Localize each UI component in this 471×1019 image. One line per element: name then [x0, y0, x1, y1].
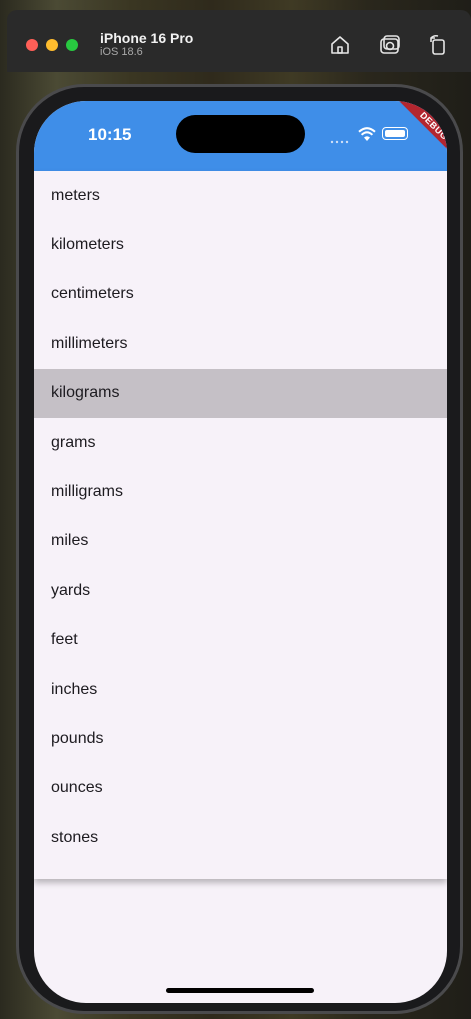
dynamic-island — [176, 115, 305, 153]
app-bar: 10:15 — [34, 101, 447, 171]
menu-item-millimeters[interactable]: millimeters — [34, 319, 447, 368]
menu-item-stones[interactable]: stones — [34, 813, 447, 862]
wifi-icon — [358, 126, 376, 142]
close-window-button[interactable] — [26, 39, 38, 51]
menu-item-pounds[interactable]: pounds — [34, 714, 447, 763]
menu-item-inches[interactable]: inches — [34, 665, 447, 714]
home-indicator[interactable] — [166, 988, 314, 993]
home-icon[interactable] — [328, 33, 352, 57]
device-os-version: iOS 18.6 — [100, 46, 143, 58]
device-name: iPhone 16 Pro — [100, 30, 194, 46]
menu-item-centimeters[interactable]: centimeters — [34, 270, 447, 319]
menu-item-grams[interactable]: grams — [34, 418, 447, 467]
unit-dropdown-menu: meters kilometers centimeters millimeter… — [34, 171, 447, 879]
menu-item-feet[interactable]: feet — [34, 616, 447, 665]
zoom-window-button[interactable] — [66, 39, 78, 51]
signal-icon — [330, 132, 350, 144]
menu-item-yards[interactable]: yards — [34, 566, 447, 615]
menu-item-milligrams[interactable]: milligrams — [34, 467, 447, 516]
battery-icon — [382, 127, 408, 140]
menu-item-kilograms[interactable]: kilograms — [34, 368, 447, 418]
menu-item-meters[interactable]: meters — [34, 171, 447, 220]
menu-item-miles[interactable]: miles — [34, 517, 447, 566]
status-time: 10:15 — [88, 125, 132, 144]
minimize-window-button[interactable] — [46, 39, 58, 51]
screenshot-icon[interactable] — [378, 33, 402, 57]
menu-item-ounces[interactable]: ounces — [34, 764, 447, 813]
menu-item-kilometers[interactable]: kilometers — [34, 220, 447, 269]
rotate-icon[interactable] — [426, 33, 450, 57]
phone-screen: 10:15 DEBUG meters kilometers centimeter… — [34, 101, 447, 1003]
